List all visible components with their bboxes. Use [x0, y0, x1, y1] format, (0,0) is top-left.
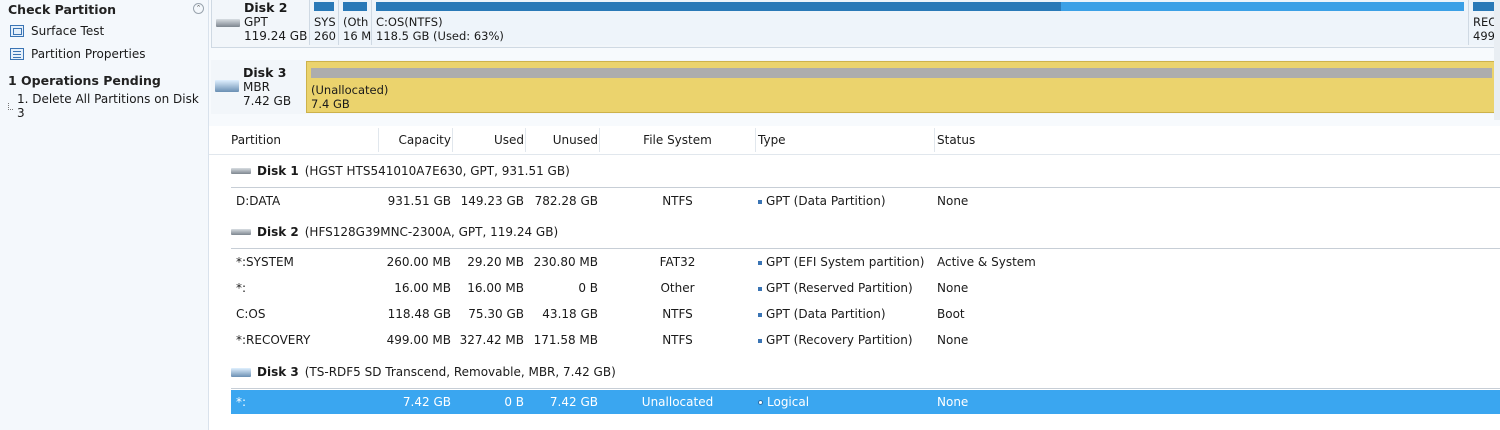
table-row[interactable]: D:DATA 931.51 GB 149.23 GB 782.28 GB NTF… [231, 189, 1500, 213]
collapse-icon[interactable]: ⌃ [193, 3, 204, 14]
hard-drive-icon [216, 19, 240, 27]
removable-drive-icon [215, 80, 239, 92]
partition-label: (Unallocated) 7.4 GB [311, 83, 389, 111]
disk3-group-header[interactable]: Disk 3 (TS-RDF5 SD Transcend, Removable,… [231, 365, 616, 379]
partition-label: REC 499 [1473, 15, 1497, 43]
disk3-unallocated-partition[interactable]: (Unallocated) 7.4 GB [306, 61, 1497, 113]
disk2-name: Disk 2 [244, 0, 288, 15]
disk3-name: Disk 3 [243, 65, 287, 80]
pending-operation-item[interactable]: 1. Delete All Partitions on Disk 3 [8, 92, 208, 120]
disk3-info: Disk 3 MBR 7.42 GB [243, 65, 292, 109]
tree-connector-icon [8, 102, 13, 110]
disk2-partition-reserved[interactable]: (Oth 16 M [338, 0, 371, 45]
removable-drive-icon [231, 367, 251, 377]
disk2-partition-c-os[interactable]: C:OS(NTFS) 118.5 GB (Used: 63%) [371, 0, 1468, 45]
disk3-size: 7.42 GB [243, 94, 292, 108]
surface-test-item[interactable]: Surface Test [10, 22, 104, 40]
col-unused[interactable]: Unused [526, 133, 598, 147]
table-row[interactable]: *:SYSTEM 260.00 MB 29.20 MB 230.80 MB FA… [231, 250, 1500, 274]
partition-label: C:OS(NTFS) 118.5 GB (Used: 63%) [376, 15, 504, 43]
col-capacity[interactable]: Capacity [379, 133, 451, 147]
disk2-info: Disk 2 GPT 119.24 GB [244, 0, 308, 44]
surface-test-label: Surface Test [31, 24, 105, 38]
disk2-card[interactable]: Disk 2 GPT 119.24 GB SYS 260 (Oth 16 M C:O… [211, 0, 1498, 48]
disk2-partition-system[interactable]: SYS 260 [309, 0, 338, 45]
partition-bar [314, 2, 334, 11]
partition-label: SYS 260 [314, 15, 336, 43]
disk2-size: 119.24 GB [244, 29, 308, 43]
hard-drive-icon [231, 168, 251, 174]
partition-properties-item[interactable]: Partition Properties [10, 45, 145, 63]
col-partition[interactable]: Partition [231, 133, 281, 147]
table-row[interactable]: *:RECOVERY 499.00 MB 327.42 MB 171.58 MB… [231, 328, 1500, 352]
scrollbar[interactable] [1494, 0, 1500, 120]
partition-label: (Oth 16 M [343, 15, 371, 43]
col-type[interactable]: Type [758, 133, 786, 147]
action-sidebar: Check Partition ⌃ Surface Test Partition… [0, 0, 209, 430]
surface-test-icon [10, 25, 24, 37]
disk2-group-header[interactable]: Disk 2 (HFS128G39MNC-2300A, GPT, 119.24 … [231, 225, 558, 239]
table-header: Partition Capacity Used Unused File Syst… [209, 126, 1500, 155]
operations-pending-title[interactable]: 1 Operations Pending [8, 73, 161, 88]
check-partition-group-title[interactable]: Check Partition [8, 2, 116, 17]
partition-properties-label: Partition Properties [31, 47, 146, 61]
disk1-group-header[interactable]: Disk 1 (HGST HTS541010A7E630, GPT, 931.5… [231, 164, 570, 178]
partition-properties-icon [10, 48, 24, 60]
col-file-system[interactable]: File System [600, 133, 755, 147]
partition-bar [311, 68, 1492, 78]
pending-operation-label: 1. Delete All Partitions on Disk 3 [16, 92, 199, 120]
partition-bar [1473, 2, 1494, 11]
col-status[interactable]: Status [937, 133, 975, 147]
table-row-selected[interactable]: *: 7.42 GB 0 B 7.42 GB Unallocated Logic… [231, 390, 1500, 414]
partition-bar [376, 2, 1464, 11]
table-row[interactable]: *: 16.00 MB 16.00 MB 0 B Other GPT (Rese… [231, 276, 1500, 300]
disk2-style: GPT [244, 15, 268, 29]
hard-drive-icon [231, 229, 251, 235]
partition-table: Partition Capacity Used Unused File Syst… [209, 126, 1500, 430]
col-used[interactable]: Used [453, 133, 524, 147]
disk3-style: MBR [243, 80, 270, 94]
table-row[interactable]: C:OS 118.48 GB 75.30 GB 43.18 GB NTFS GP… [231, 302, 1500, 326]
partition-bar [343, 2, 367, 11]
